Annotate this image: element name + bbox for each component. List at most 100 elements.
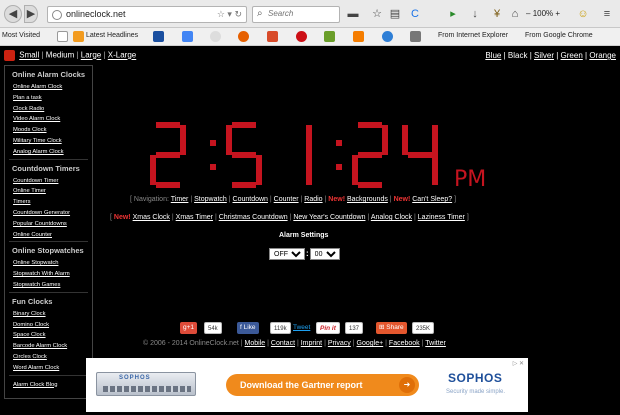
downloads-icon[interactable]: ▬ <box>346 7 360 21</box>
pocket-icon[interactable]: ¥ <box>490 7 504 21</box>
tb-icon[interactable] <box>324 31 335 42</box>
bookmark-latest-headlines[interactable]: Latest Headlines <box>86 32 138 39</box>
sidebar-link[interactable]: Stopwatch With Alarm <box>5 269 92 280</box>
footer-mobile-link[interactable]: Mobile <box>245 340 266 347</box>
bookmark-star-icon[interactable]: ☆ <box>370 7 384 21</box>
back-arrow-icon[interactable]: ◀ <box>4 5 22 23</box>
blogger-icon[interactable] <box>353 31 364 42</box>
size-small-link[interactable]: Small <box>19 51 39 60</box>
color-blue-link[interactable]: Blue <box>485 51 501 60</box>
download-arrow-icon[interactable]: ↓ <box>468 7 482 21</box>
size-xlarge-link[interactable]: X-Large <box>108 51 136 60</box>
nav-cant-sleep-link[interactable]: Can't Sleep? <box>412 196 452 203</box>
sidebar-link[interactable]: Stopwatch Games <box>5 280 92 291</box>
nav-laziness-timer-link[interactable]: Laziness Timer <box>418 214 465 221</box>
tweet-button[interactable]: Tweet <box>290 322 313 334</box>
menu-icon[interactable]: ≡ <box>600 7 614 21</box>
zoom-out-button[interactable]: – <box>526 9 530 18</box>
alarm-minute-select[interactable]: 00 <box>309 248 340 260</box>
sidebar-link[interactable]: Video Alarm Clock <box>5 114 92 125</box>
nav-backgrounds-link[interactable]: Backgrounds <box>347 196 388 203</box>
size-large-link[interactable]: Large <box>81 51 101 60</box>
bookmark-most-visited[interactable]: Most Visited <box>2 32 40 39</box>
nav-xmas-clock-link[interactable]: Xmas Clock <box>133 214 170 221</box>
chart-icon[interactable] <box>267 31 278 42</box>
sidebar-link[interactable]: Word Alarm Clock <box>5 363 92 374</box>
zoom-level[interactable]: 100% <box>533 9 553 18</box>
bookmark-from-ie[interactable]: From Internet Explorer <box>438 32 508 39</box>
sidebar-link[interactable]: Moods Clock <box>5 125 92 136</box>
sidebar-link[interactable]: Online Alarm Clock <box>5 82 92 93</box>
nav-counter-link[interactable]: Counter <box>274 196 299 203</box>
nav-timer-link[interactable]: Timer <box>171 196 189 203</box>
sidebar-link[interactable]: Plan a task <box>5 93 92 104</box>
facebook-like-label: Like <box>243 324 256 331</box>
ad-download-button[interactable]: Download the Gartner report ➜ <box>226 374 419 396</box>
sidebar-link[interactable]: Circles Clock <box>5 352 92 363</box>
search-input[interactable] <box>268 9 336 18</box>
sidebar-link[interactable]: Popular Countdowns <box>5 219 92 230</box>
footer-twitter-link[interactable]: Twitter <box>425 340 446 347</box>
facebook-like-button[interactable]: f Like <box>237 322 259 334</box>
nav-radio-link[interactable]: Radio <box>304 196 322 203</box>
nav-xmas-timer-link[interactable]: Xmas Timer <box>176 214 213 221</box>
wrench-icon[interactable] <box>410 31 421 42</box>
sidebar-link[interactable]: Barcode Alarm Clock <box>5 341 92 352</box>
bookmark-from-chrome[interactable]: From Google Chrome <box>525 32 593 39</box>
sidebar-link[interactable]: Military Time Clock <box>5 136 92 147</box>
nav-countdown-link[interactable]: Countdown <box>233 196 268 203</box>
home-icon[interactable]: ⌂ <box>508 7 522 21</box>
color-black-link[interactable]: Black <box>508 51 528 60</box>
site-identity-icon[interactable] <box>52 10 62 20</box>
sync-icon[interactable]: C <box>408 7 422 21</box>
reload-icon[interactable]: ☆ ▾ ↻ <box>217 9 242 20</box>
page-icon[interactable] <box>57 31 68 42</box>
footer-contact-link[interactable]: Contact <box>271 340 295 347</box>
nav-stopwatch-link[interactable]: Stopwatch <box>194 196 227 203</box>
color-green-link[interactable]: Green <box>561 51 583 60</box>
circle-icon[interactable] <box>382 31 393 42</box>
s-icon[interactable] <box>153 31 164 42</box>
opera-icon[interactable] <box>296 31 307 42</box>
google-icon[interactable] <box>182 31 193 42</box>
address-bar[interactable]: onlineclock.net ☆ ▾ ↻ <box>47 6 247 23</box>
sidebar-link[interactable]: Alarm Clock Blog <box>5 380 92 391</box>
smiley-icon[interactable]: ☺ <box>576 7 590 21</box>
color-silver-link[interactable]: Silver <box>534 51 554 60</box>
sidebar-link[interactable]: Timers <box>5 197 92 208</box>
sidebar-link[interactable]: Online Stopwatch <box>5 258 92 269</box>
sidebar-link[interactable]: Countdown Timer <box>5 176 92 187</box>
forward-arrow-icon[interactable]: ▶ <box>24 5 38 23</box>
chrome-icon[interactable] <box>210 31 221 42</box>
google-plus-button[interactable]: g+1 <box>180 322 198 334</box>
color-orange-link[interactable]: Orange <box>589 51 616 60</box>
advertisement-banner[interactable]: ▷ ✕ SOPHOS Download the Gartner report ➜… <box>86 358 528 412</box>
url-text[interactable]: onlineclock.net <box>66 9 126 19</box>
sidebar-link[interactable]: Online Timer <box>5 186 92 197</box>
extension-icon[interactable]: ▸ <box>446 7 460 21</box>
nav-christmas-countdown-link[interactable]: Christmas Countdown <box>219 214 288 221</box>
nav-new-years-countdown-link[interactable]: New Year's Countdown <box>293 214 365 221</box>
pinterest-button[interactable]: Pin it <box>316 322 340 334</box>
search-bar[interactable]: ⌕ <box>252 6 340 23</box>
sidebar-link[interactable]: Clock Radio <box>5 104 92 115</box>
ad-close-icon[interactable]: ▷ ✕ <box>513 360 524 367</box>
footer-imprint-link[interactable]: Imprint <box>301 340 322 347</box>
sidebar-link[interactable]: Online Counter <box>5 230 92 241</box>
clipboard-icon[interactable]: ▤ <box>388 7 402 21</box>
firefox-icon[interactable] <box>238 31 249 42</box>
rss-icon[interactable] <box>73 31 84 42</box>
alarm-hour-select[interactable]: OFF <box>269 248 305 260</box>
sidebar-link[interactable]: Binary Clock <box>5 309 92 320</box>
sidebar-link[interactable]: Space Clock <box>5 330 92 341</box>
zoom-in-button[interactable]: + <box>555 9 560 18</box>
nav-analog-clock-link[interactable]: Analog Clock <box>371 214 412 221</box>
footer-googleplus-link[interactable]: Google+ <box>357 340 384 347</box>
sidebar-link[interactable]: Countdown Generator <box>5 208 92 219</box>
sidebar-link[interactable]: Analog Alarm Clock <box>5 147 92 158</box>
size-medium-link[interactable]: Medium <box>46 51 74 60</box>
sidebar-link[interactable]: Domino Clock <box>5 320 92 331</box>
share-button[interactable]: ⊞ Share <box>376 322 407 334</box>
footer-facebook-link[interactable]: Facebook <box>389 340 420 347</box>
footer-privacy-link[interactable]: Privacy <box>328 340 351 347</box>
